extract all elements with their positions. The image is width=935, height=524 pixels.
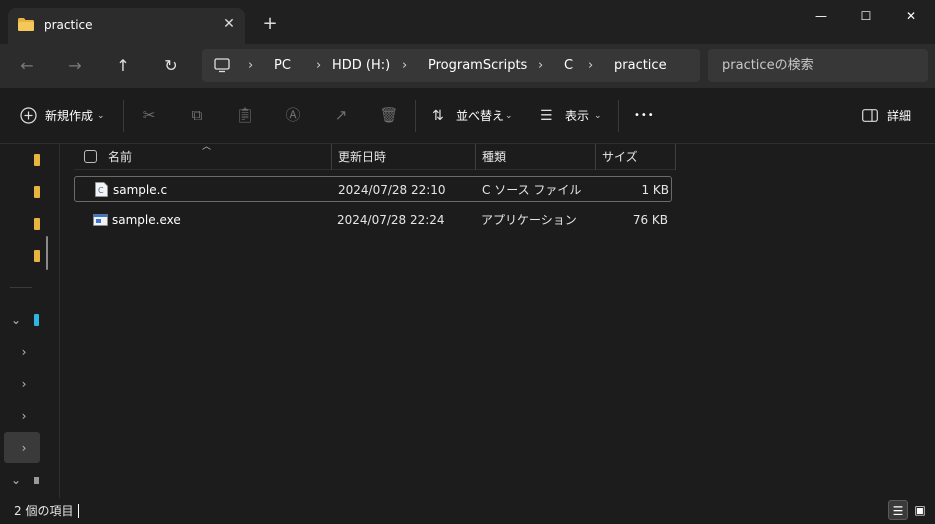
chevron-right-icon[interactable]: › — [538, 49, 543, 82]
sort-button[interactable]: 並べ替え — [456, 104, 504, 128]
close-window-button[interactable]: ✕ — [898, 6, 924, 26]
drive-icon[interactable] — [34, 314, 39, 326]
details-button[interactable]: 詳細 — [887, 104, 911, 128]
details-pane-icon — [862, 109, 878, 122]
file-name[interactable]: sample.exe — [112, 207, 181, 233]
file-modified: 2024/07/28 22:10 — [338, 183, 446, 197]
file-size: 1 KB — [641, 183, 669, 197]
chevron-down-icon[interactable]: ⌄ — [594, 104, 602, 128]
item-count: 2 個の項目 — [14, 504, 74, 518]
chevron-right-icon[interactable]: › — [316, 49, 321, 82]
share-icon[interactable]: ↗ — [331, 105, 351, 125]
file-row[interactable]: C sample.c 2024/07/28 22:10 C ソース ファイル 1… — [74, 176, 672, 202]
file-type: アプリケーション — [481, 213, 577, 227]
chevron-right-icon[interactable]: › — [402, 49, 407, 82]
back-arrow-icon[interactable]: ← — [15, 54, 39, 78]
svg-text:C: C — [98, 186, 104, 195]
breadcrumb-programscripts[interactable]: ProgramScripts — [428, 49, 527, 82]
folder-icon[interactable] — [34, 186, 40, 198]
column-divider[interactable] — [595, 144, 596, 170]
file-modified: 2024/07/28 22:24 — [337, 213, 445, 227]
file-size: 76 KB — [632, 213, 668, 227]
details-view-icon[interactable]: ☰ — [888, 500, 908, 520]
more-options-button[interactable]: ••• — [634, 104, 655, 128]
divider — [123, 100, 124, 132]
status-bar: 2 個の項目 ☰ ▣ — [0, 498, 935, 524]
chevron-right-icon[interactable]: › — [16, 376, 32, 392]
cut-icon[interactable]: ✂ — [139, 105, 159, 125]
chevron-right-icon[interactable]: › — [16, 408, 32, 424]
folder-icon[interactable] — [34, 154, 40, 166]
view-lines-icon: ☰ — [540, 108, 553, 124]
column-divider[interactable] — [331, 144, 332, 170]
column-size[interactable]: サイズ — [602, 144, 638, 170]
file-name[interactable]: sample.c — [113, 177, 167, 203]
file-list-header: ︿ 名前 更新日時 種類 サイズ — [74, 142, 676, 170]
chevron-down-icon[interactable]: ⌄ — [505, 104, 513, 128]
text-caret — [78, 504, 79, 518]
breadcrumb-practice[interactable]: practice — [614, 49, 667, 82]
new-plus-icon — [20, 107, 37, 124]
maximize-button[interactable]: ☐ — [853, 6, 879, 26]
sort-icon: ⇅ — [432, 108, 444, 124]
chevron-right-icon[interactable]: › — [588, 49, 593, 82]
scrollbar-thumb[interactable] — [46, 236, 48, 270]
tab-practice[interactable]: practice ✕ — [8, 8, 245, 44]
chevron-right-icon[interactable]: › — [16, 440, 32, 456]
navigation-bar: ← → ↑ ↻ › PC › HDD (H:) › ProgramScripts… — [0, 44, 935, 88]
chevron-down-icon[interactable]: ⌄ — [8, 312, 24, 328]
file-row[interactable]: sample.exe 2024/07/28 22:24 アプリケーション 76 … — [74, 207, 672, 233]
up-arrow-icon[interactable]: ↑ — [111, 54, 135, 78]
title-bar: practice ✕ + — ☐ ✕ — [0, 0, 935, 44]
breadcrumb-hdd[interactable]: HDD (H:) — [332, 49, 390, 82]
new-button[interactable]: 新規作成 — [45, 104, 93, 128]
folder-icon[interactable] — [34, 218, 40, 230]
divider — [10, 287, 32, 288]
column-name[interactable]: 名前 — [108, 144, 132, 170]
breadcrumb-pc[interactable]: PC — [274, 49, 291, 82]
column-divider[interactable] — [475, 144, 476, 170]
chevron-right-icon[interactable]: › — [16, 344, 32, 360]
divider — [618, 100, 619, 132]
chevron-right-icon: › — [248, 58, 254, 73]
new-tab-button[interactable]: + — [260, 14, 280, 34]
chevron-down-icon[interactable]: ⌄ — [8, 472, 24, 488]
folder-icon[interactable] — [34, 250, 40, 262]
search-input[interactable]: practiceの検索 — [722, 49, 814, 82]
command-bar: 新規作成 ⌄ ✂ ⧉ 📋︎ Ⓐ ↗ 🗑︎ ⇅ 並べ替え ⌄ ☰ 表示 ⌄ •••… — [0, 88, 935, 144]
paste-icon[interactable]: 📋︎ — [235, 105, 255, 125]
navigation-pane: ⌄ › › › › ⌄ — [0, 144, 60, 498]
copy-icon[interactable]: ⧉ — [187, 105, 207, 125]
file-type: C ソース ファイル — [482, 183, 582, 197]
folder-icon — [18, 18, 34, 31]
network-icon[interactable] — [34, 477, 39, 484]
c-source-file-icon: C — [95, 182, 108, 197]
column-modified[interactable]: 更新日時 — [338, 144, 386, 170]
search-box[interactable]: practiceの検索 — [708, 49, 928, 82]
computer-icon — [214, 58, 230, 73]
rename-icon[interactable]: Ⓐ — [283, 105, 303, 125]
column-type[interactable]: 種類 — [482, 144, 506, 170]
delete-icon[interactable]: 🗑︎ — [379, 105, 399, 125]
column-divider[interactable] — [675, 144, 676, 170]
forward-arrow-icon[interactable]: → — [63, 54, 87, 78]
large-icons-view-icon[interactable]: ▣ — [910, 500, 930, 520]
tab-title: practice — [44, 18, 93, 32]
application-file-icon — [93, 214, 108, 226]
chevron-down-icon[interactable]: ⌄ — [97, 104, 105, 128]
close-tab-icon[interactable]: ✕ — [220, 15, 238, 33]
breadcrumb-c[interactable]: C — [564, 49, 573, 82]
address-bar[interactable]: › PC › HDD (H:) › ProgramScripts › C › p… — [202, 49, 700, 82]
divider — [415, 100, 416, 132]
minimize-button[interactable]: — — [808, 6, 834, 26]
select-all-checkbox[interactable] — [84, 150, 97, 163]
view-button[interactable]: 表示 — [565, 104, 589, 128]
sort-ascending-icon: ︿ — [202, 142, 212, 152]
refresh-icon[interactable]: ↻ — [159, 54, 183, 78]
